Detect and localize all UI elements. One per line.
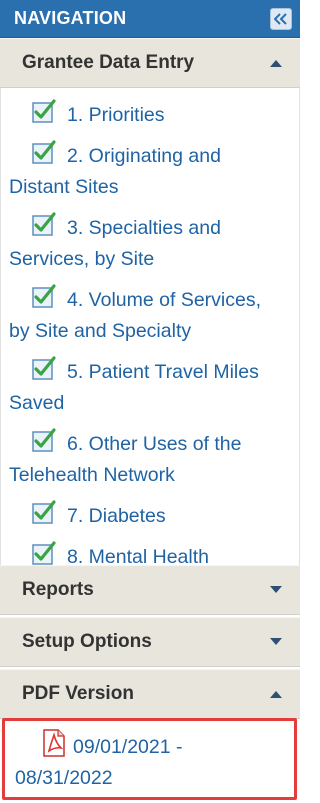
caret-down-icon [270,586,282,594]
checkbox-checked-icon [32,99,56,123]
list-item-label[interactable]: 3. Specialties and [67,217,221,239]
navigation-panel: NAVIGATION Grantee Data Entry 1. Priorit… [0,0,300,803]
list-item-label[interactable]: 4. Volume of Services, [67,289,261,311]
list-item[interactable]: 5. Patient Travel Miles Saved [9,355,291,419]
list-item-label-continued[interactable]: by Site and Specialty [9,316,291,347]
section-label: Setup Options [22,631,152,652]
pdf-version-link-continued[interactable]: 08/31/2022 [15,767,113,789]
grantee-data-entry-list: 1. Priorities 2. Originating and Distant S… [0,88,300,568]
navigation-title: NAVIGATION [14,8,127,28]
checkbox-checked-icon [32,284,56,308]
list-item[interactable]: 4. Volume of Services, by Site and Specia… [9,283,291,347]
checkbox-checked-icon [32,212,56,236]
checkbox-checked-icon [32,356,56,380]
list-item-label-continued[interactable]: Telehealth Network [9,460,291,491]
section-setup-options[interactable]: Setup Options [0,617,300,667]
list-item[interactable]: 1. Priorities [31,98,291,131]
list-item[interactable]: 2. Originating and Distant Sites [9,139,291,203]
list-item-label[interactable]: 2. Originating and [67,145,221,167]
caret-up-icon [270,59,282,67]
section-label: PDF Version [22,683,134,704]
checkbox-checked-icon [32,140,56,164]
list-item-label-continued[interactable]: Saved [9,388,291,419]
double-chevron-left-icon [274,12,287,25]
pdf-version-highlight: 09/01/2021 - 08/31/2022 [2,718,297,800]
list-item[interactable]: 3. Specialties and Services, by Site [9,211,291,275]
list-item-label[interactable]: 1. Priorities [67,104,165,126]
list-item-label-continued[interactable]: Services, by Site [9,244,291,275]
caret-up-icon [270,690,282,698]
pdf-version-link[interactable]: 09/01/2021 - [41,729,183,758]
navigation-header: NAVIGATION [0,0,300,38]
pdf-version-first-line: 09/01/2021 - [73,736,183,758]
list-item[interactable]: 7. Diabetes [31,499,291,532]
section-grantee-data-entry[interactable]: Grantee Data Entry [0,38,300,88]
list-item-label[interactable]: 5. Patient Travel Miles [67,361,259,383]
list-item[interactable]: 6. Other Uses of the Telehealth Network [9,427,291,491]
collapse-navigation-button[interactable] [270,7,292,30]
list-item-label-continued[interactable]: Distant Sites [9,172,291,203]
section-pdf-version[interactable]: PDF Version [0,669,300,719]
list-item-label[interactable]: 6. Other Uses of the [67,433,242,455]
section-label: Reports [22,579,94,600]
checkbox-checked-icon [32,500,56,524]
checkbox-checked-icon [32,541,56,565]
list-item-label[interactable]: 7. Diabetes [67,505,166,527]
list-item-label[interactable]: 8. Mental Health [67,546,209,568]
caret-down-icon [270,638,282,646]
pdf-file-icon [43,729,65,757]
section-label: Grantee Data Entry [22,52,195,73]
checkbox-checked-icon [32,428,56,452]
